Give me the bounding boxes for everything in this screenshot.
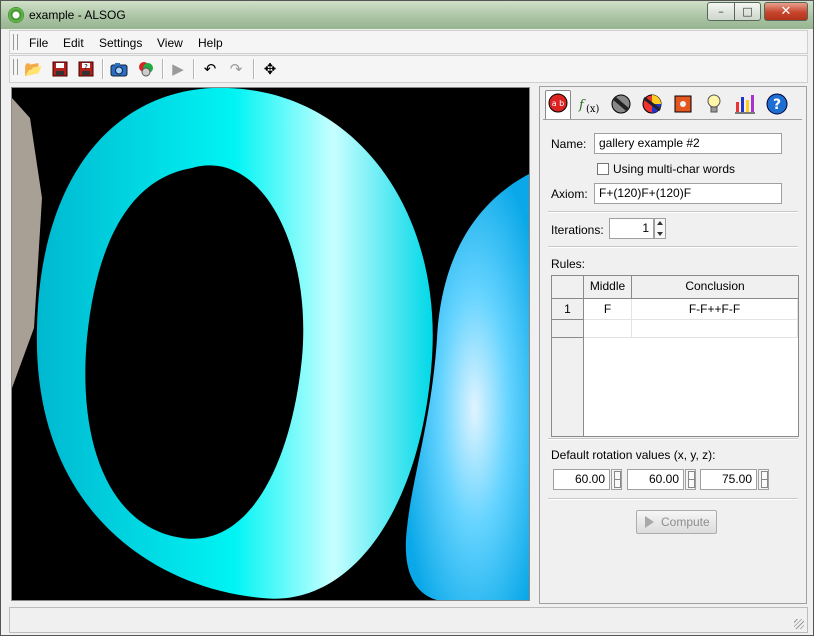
row-header-column [552, 338, 584, 436]
play-icon [645, 516, 654, 528]
stepper-up-icon[interactable] [657, 221, 663, 225]
play-icon[interactable]: ▶ [169, 60, 187, 78]
light-icon[interactable] [702, 92, 726, 116]
multichar-label: Using multi-char words [613, 162, 736, 176]
rules-label: Rules: [551, 257, 586, 271]
status-bar [9, 607, 808, 633]
svg-text:f: f [578, 98, 586, 113]
iterations-field[interactable]: 1 [609, 218, 654, 239]
compute-label: Compute [661, 515, 710, 529]
save-as-icon[interactable]: ? [77, 60, 95, 78]
render-icon[interactable] [137, 60, 155, 78]
title-bar[interactable]: example - ALSOG – □ ✕ [1, 1, 813, 29]
resize-grip-icon[interactable] [794, 619, 804, 629]
name-field[interactable]: gallery example #2 [594, 133, 782, 154]
open-folder-icon[interactable]: 📂 [24, 60, 43, 78]
header-conclusion[interactable]: Conclusion [632, 276, 798, 299]
help-icon[interactable]: ? [765, 92, 789, 116]
svg-text:(x): (x) [586, 104, 600, 115]
3d-viewport[interactable] [11, 87, 530, 601]
maximize-button[interactable]: □ [734, 2, 761, 21]
grammar-icon[interactable]: a b [545, 90, 571, 120]
new-rule-middle-cell[interactable] [584, 320, 632, 338]
camera-icon[interactable] [110, 60, 128, 78]
move-view-icon[interactable]: ✥ [261, 60, 279, 78]
svg-text:?: ? [773, 97, 781, 113]
rotation-z-stepper[interactable] [758, 469, 769, 490]
minimize-button[interactable]: – [707, 2, 735, 21]
rotation-x-stepper[interactable] [611, 469, 622, 490]
rotation-z-field[interactable]: 75.00 [700, 469, 757, 490]
properties-panel: a b f (x) ? Name: gallery example #2 Usi… [539, 86, 807, 604]
header-middle[interactable]: Middle [584, 276, 632, 299]
menu-settings[interactable]: Settings [99, 36, 142, 50]
axiom-field[interactable]: F+(120)F+(120)F [594, 183, 782, 204]
panel-tabs: a b f (x) ? [540, 87, 806, 121]
toolbar-grip[interactable] [13, 59, 18, 75]
material-icon[interactable] [609, 92, 633, 116]
rotation-x-field[interactable]: 60.00 [553, 469, 610, 490]
statistics-icon[interactable] [733, 92, 757, 116]
name-label: Name: [551, 137, 587, 151]
menubar-grip[interactable] [13, 34, 18, 50]
app-icon [8, 7, 24, 23]
cyan-torus [36, 88, 433, 599]
grammar-pane: Name: gallery example #2 Using multi-cha… [543, 119, 802, 600]
functions-icon[interactable]: f (x) [577, 92, 601, 116]
svg-text:?: ? [84, 63, 88, 71]
undo-icon[interactable]: ↶ [201, 60, 219, 78]
svg-text:a b: a b [552, 99, 565, 108]
menu-edit[interactable]: Edit [63, 36, 84, 50]
save-icon[interactable] [51, 60, 69, 78]
scene-render [12, 88, 529, 600]
axiom-label: Axiom: [551, 187, 588, 201]
menu-view[interactable]: View [157, 36, 183, 50]
window-title: example - ALSOG [29, 8, 126, 22]
row-number[interactable]: 1 [552, 299, 584, 320]
redo-icon[interactable]: ↷ [227, 60, 245, 78]
rotation-label: Default rotation values (x, y, z): [551, 448, 716, 462]
iterations-stepper[interactable] [654, 218, 666, 239]
app-window: example - ALSOG – □ ✕ File Edit Settings… [0, 0, 814, 636]
iterations-label: Iterations: [551, 223, 604, 237]
new-row-number[interactable] [552, 320, 584, 338]
menu-help[interactable]: Help [198, 36, 223, 50]
new-rule-conclusion-cell[interactable] [632, 320, 798, 338]
texture-icon[interactable] [671, 92, 695, 116]
multichar-checkbox[interactable] [597, 163, 609, 175]
toolbar: 📂 ? ▶ ↶ ↷ ✥ [9, 55, 808, 83]
rotation-y-field[interactable]: 60.00 [627, 469, 684, 490]
color-icon[interactable] [640, 92, 664, 116]
compute-button[interactable]: Compute [636, 510, 717, 534]
rules-table[interactable]: Middle Conclusion 1 F F-F++F-F [551, 275, 799, 437]
stepper-down-icon[interactable] [657, 232, 663, 236]
menu-bar: File Edit Settings View Help [9, 30, 808, 54]
close-button[interactable]: ✕ [764, 2, 808, 21]
rule-middle-cell[interactable]: F [584, 299, 632, 320]
menu-file[interactable]: File [29, 36, 48, 50]
table-corner [552, 276, 584, 299]
rotation-y-stepper[interactable] [685, 469, 696, 490]
rule-conclusion-cell[interactable]: F-F++F-F [632, 299, 798, 320]
